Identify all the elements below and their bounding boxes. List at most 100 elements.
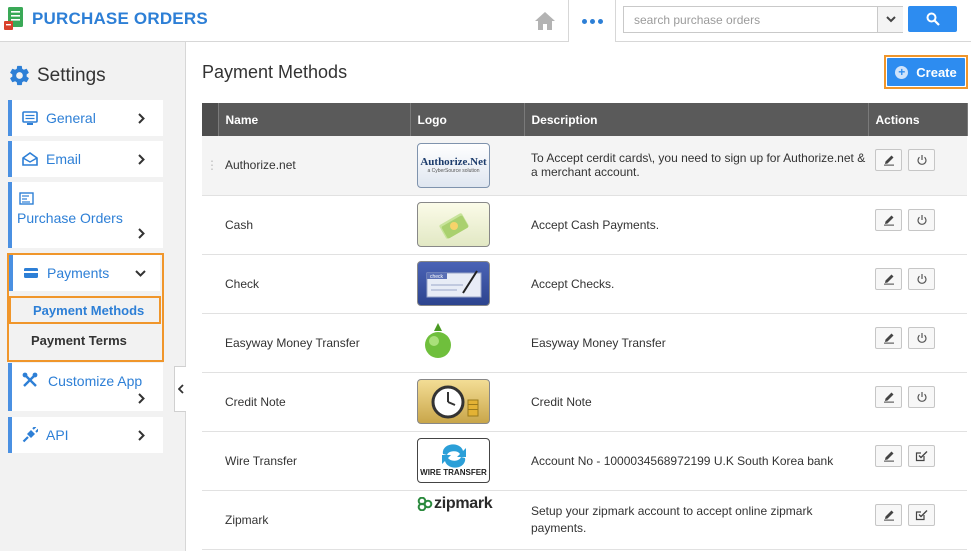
sidebar-item-label: Customize App (48, 373, 143, 389)
chevron-right-icon (138, 228, 145, 239)
table-row[interactable]: ⋮ Authorize.net Authorize.Net a CyberSou… (202, 136, 967, 196)
logo-subtext: a CyberSource solution (427, 168, 480, 175)
column-header-logo[interactable]: Logo (410, 103, 525, 136)
search-box (623, 6, 903, 33)
column-header-actions: Actions (868, 103, 968, 136)
sidebar-subitem-payment-terms[interactable]: Payment Terms (9, 326, 163, 354)
sidebar-item-label: General (46, 110, 96, 126)
logo-cell (410, 195, 524, 255)
actions-cell (868, 490, 967, 550)
sidebar-item-api[interactable]: API (8, 417, 163, 453)
create-button[interactable]: + Create (884, 55, 968, 89)
cash-logo (417, 202, 490, 247)
logo-text: WIRE TRANSFER (420, 468, 487, 477)
table-row[interactable]: Easyway Money Transfer Easyway Money Tra… (202, 313, 967, 373)
search-button[interactable] (908, 6, 957, 32)
power-icon (916, 391, 927, 402)
logo-cell: Authorize.Net a CyberSource solution (410, 136, 524, 196)
dot-icon (589, 18, 595, 24)
search-input[interactable] (624, 7, 876, 32)
create-button-label: Create (916, 64, 957, 80)
actions-cell (868, 195, 967, 255)
disable-button[interactable] (908, 208, 935, 231)
authorize-net-logo: Authorize.Net a CyberSource solution (417, 142, 490, 188)
payment-method-name: Zipmark (218, 490, 410, 550)
chevron-down-icon (135, 270, 146, 277)
drag-handle[interactable] (202, 372, 218, 432)
search-filter-dropdown[interactable] (877, 7, 903, 32)
main-content: Payment Methods + Create Name Logo Descr… (187, 42, 971, 551)
payment-method-description: To Accept cerdit cards\, you need to sig… (524, 136, 868, 196)
gear-icon (10, 65, 29, 86)
enable-button[interactable] (908, 444, 935, 467)
sidebar: Settings General Email Purchase Orders P… (0, 42, 186, 551)
chevron-right-icon (138, 154, 145, 165)
pencil-icon (883, 333, 894, 344)
actions-cell (868, 372, 967, 432)
drag-handle[interactable] (202, 195, 218, 255)
edit-button[interactable] (875, 326, 902, 349)
dot-icon (581, 18, 587, 24)
home-button[interactable] (522, 0, 568, 41)
app-logo-icon (3, 6, 25, 32)
payment-method-description: Account No - 1000034568972199 U.K South … (524, 431, 868, 491)
credit-card-icon (24, 268, 38, 278)
sidebar-item-customize-app[interactable]: Customize App (8, 363, 163, 411)
payment-method-name: Wire Transfer (218, 431, 410, 491)
check-logo-text: check (430, 274, 444, 280)
more-options-button[interactable] (568, 0, 616, 42)
wrench-icon (22, 372, 38, 387)
sidebar-collapse-toggle[interactable] (174, 366, 186, 412)
table-row[interactable]: Wire Transfer WIRE TRANSFER Account No -… (202, 431, 967, 491)
edit-button[interactable] (875, 444, 902, 467)
actions-cell (868, 136, 967, 196)
settings-title: Settings (37, 64, 106, 86)
sidebar-item-email[interactable]: Email (8, 141, 163, 177)
payment-method-description: Setup your zipmark account to accept onl… (524, 490, 868, 550)
drag-handle[interactable] (202, 254, 218, 314)
enable-button[interactable] (908, 503, 935, 526)
drag-handle[interactable] (202, 313, 218, 373)
power-icon (916, 214, 927, 225)
sidebar-subitem-label: Payment Terms (31, 332, 127, 348)
plus-circle-icon: + (895, 65, 909, 79)
edit-button[interactable] (875, 149, 902, 172)
edit-button[interactable] (875, 267, 902, 290)
sidebar-item-label: Payments (47, 265, 110, 281)
drag-handle[interactable] (202, 490, 218, 550)
drag-handle[interactable]: ⋮ (202, 136, 218, 196)
top-bar: PURCHASE ORDERS (0, 0, 971, 42)
sidebar-item-payments[interactable]: Payments (9, 255, 160, 291)
table-row[interactable]: Zipmark zipmark Setup your zipmark accou… (202, 490, 967, 550)
table-row[interactable]: Check check Accept Checks. (202, 254, 967, 314)
monitor-icon (22, 110, 38, 125)
disable-button[interactable] (908, 267, 935, 290)
disable-button[interactable] (908, 149, 935, 172)
sidebar-subitem-payment-methods[interactable]: Payment Methods (9, 296, 161, 324)
power-icon (916, 332, 927, 343)
sidebar-item-label: API (46, 427, 69, 443)
edit-button[interactable] (875, 503, 902, 526)
sidebar-item-purchase-orders[interactable]: Purchase Orders (8, 182, 163, 248)
column-header-description[interactable]: Description (524, 103, 869, 136)
column-header-name[interactable]: Name (218, 103, 411, 136)
sidebar-item-label: Purchase Orders (17, 210, 123, 226)
sidebar-item-general[interactable]: General (8, 100, 163, 136)
search-icon (926, 12, 940, 26)
edit-button[interactable] (875, 208, 902, 231)
payment-method-description: Accept Cash Payments. (524, 195, 868, 255)
logo-cell: check (410, 254, 524, 314)
app-title[interactable]: PURCHASE ORDERS (32, 9, 208, 29)
drag-handle-icon: ⋮ (206, 158, 218, 173)
edit-button[interactable] (875, 385, 902, 408)
drag-handle[interactable] (202, 431, 218, 491)
check-square-icon (915, 450, 928, 461)
logo-cell: zipmark (410, 490, 524, 550)
chevron-left-icon (177, 384, 184, 394)
table-row[interactable]: Cash Accept Cash Payments. (202, 195, 967, 255)
disable-button[interactable] (908, 326, 935, 349)
table-row[interactable]: Credit Note Credit Note (202, 372, 967, 432)
disable-button[interactable] (908, 385, 935, 408)
home-icon (535, 11, 555, 30)
logo-cell (410, 313, 524, 373)
